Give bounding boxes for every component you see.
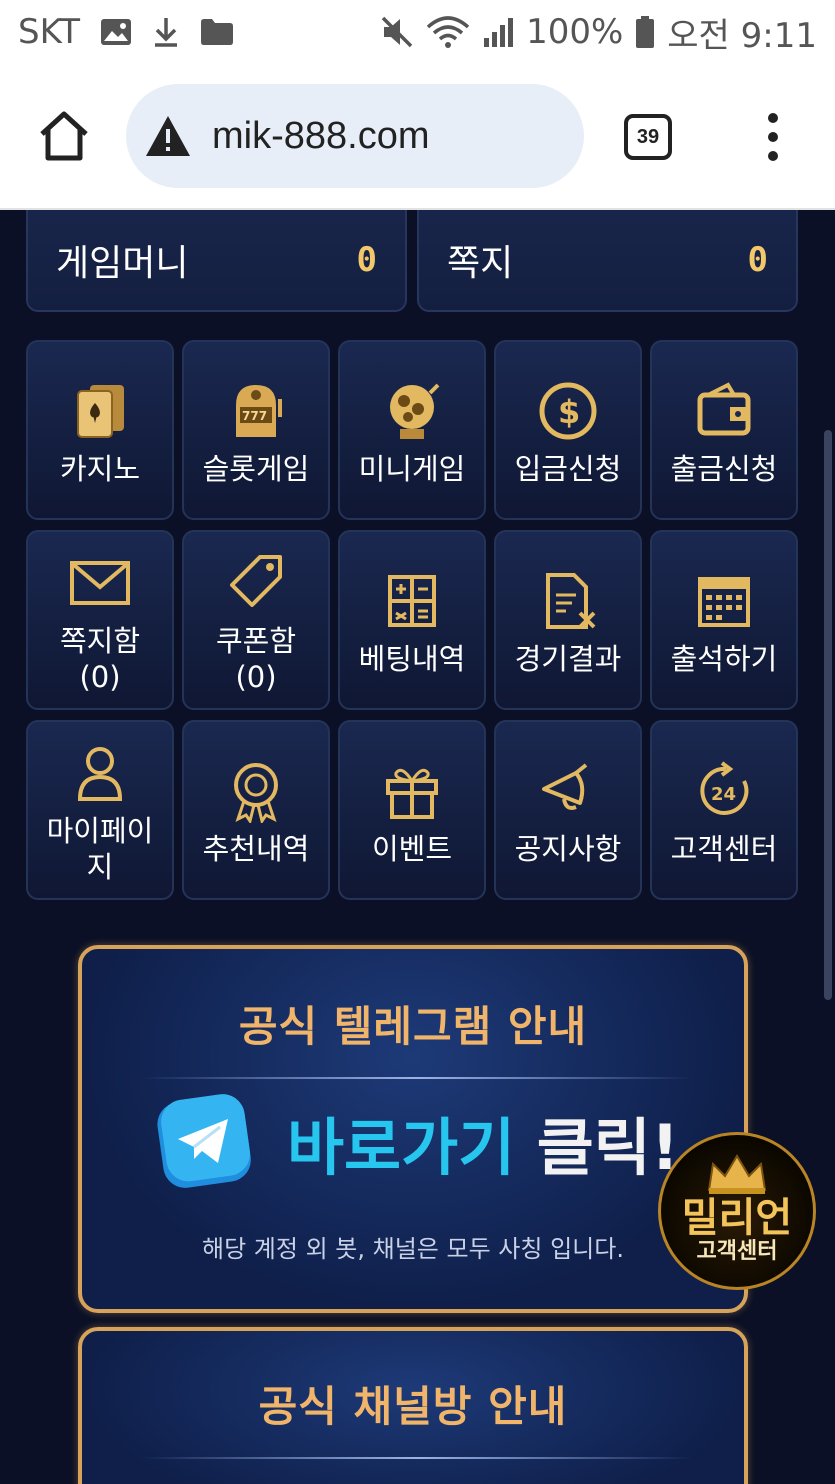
telegram-cta: 바로가기 클릭! xyxy=(287,1097,679,1187)
svg-text:24: 24 xyxy=(711,784,736,805)
game-money-label: 게임머니 xyxy=(56,243,189,284)
more-menu-icon[interactable] xyxy=(760,112,786,162)
menu-customer-center-label: 고객센터 xyxy=(670,832,778,866)
status-bar: SKT 100% 오전 9:11 xyxy=(0,0,835,64)
customer-center-badge[interactable]: 밀리언 고객센터 xyxy=(658,1132,816,1290)
calculator-icon xyxy=(388,575,436,627)
image-icon xyxy=(101,19,132,45)
warning-icon[interactable] xyxy=(144,114,192,158)
menu-notices[interactable]: 공지사항 xyxy=(494,720,642,900)
menu-slot-game[interactable]: 777 슬롯게임 xyxy=(182,340,330,520)
support-24-icon: 24 xyxy=(700,761,749,815)
telegram-banner-note: 해당 계정 외 봇, 채널은 모두 사칭 입니다. xyxy=(202,1235,624,1263)
svg-text:$: $ xyxy=(558,393,580,431)
calendar-icon xyxy=(698,577,750,627)
wifi-icon xyxy=(426,16,470,48)
folder-icon xyxy=(201,19,234,45)
messages-value: 0 xyxy=(747,240,768,280)
dollar-coin-icon: $ xyxy=(539,382,597,440)
menu-attendance-label: 출석하기 xyxy=(670,642,778,676)
wallet-icon xyxy=(697,382,751,436)
channel-banner-title: 공식 채널방 안내 xyxy=(258,1382,568,1431)
account-summary: 게임머니 0 쪽지 0 xyxy=(26,210,798,312)
menu-match-results-label: 경기결과 xyxy=(514,642,622,676)
web-page: 게임머니 0 쪽지 0 카지노 777 슬롯게임 미니게임 $ 입금신청 출금신… xyxy=(0,210,835,1484)
menu-notices-label: 공지사항 xyxy=(514,832,622,866)
clock: 오전 9:11 xyxy=(667,15,817,56)
menu-withdraw[interactable]: 출금신청 xyxy=(650,340,798,520)
telegram-cta-click: 클릭! xyxy=(536,1111,680,1184)
menu-match-results[interactable]: 경기결과 xyxy=(494,530,642,710)
badge-brand: 밀리언 xyxy=(681,1195,793,1241)
bell-icon xyxy=(542,763,588,810)
document-result-icon xyxy=(546,573,596,629)
battery-percent: 100% xyxy=(526,12,624,52)
menu-message-box[interactable]: 쪽지함 (0) xyxy=(26,530,174,710)
menu-attendance[interactable]: 출석하기 xyxy=(650,530,798,710)
menu-withdraw-label: 출금신청 xyxy=(670,452,778,486)
badge-label: 고객센터 xyxy=(696,1239,778,1264)
telegram-icon xyxy=(157,1094,251,1188)
menu-casino[interactable]: 카지노 xyxy=(26,340,174,520)
messages-label: 쪽지 xyxy=(447,243,514,284)
page-scrollbar[interactable] xyxy=(824,430,832,1000)
menu-deposit[interactable]: $ 입금신청 xyxy=(494,340,642,520)
menu-my-page[interactable]: 마이페이 지 xyxy=(26,720,174,900)
menu-casino-label: 카지노 xyxy=(59,452,141,486)
main-menu-grid: 카지노 777 슬롯게임 미니게임 $ 입금신청 출금신청 쪽지함 (0) 쿠폰… xyxy=(26,340,798,900)
menu-betting-history-label: 베팅내역 xyxy=(358,642,466,676)
game-money-card[interactable]: 게임머니 0 xyxy=(26,210,407,312)
browser-toolbar: mik-888.com 39 xyxy=(0,64,835,210)
menu-coupon-box-label: 쿠폰함 (0) xyxy=(215,624,297,694)
game-money-value: 0 xyxy=(356,240,377,280)
battery-icon xyxy=(636,16,655,48)
menu-my-page-label: 마이페이 지 xyxy=(46,814,154,884)
gift-box-icon xyxy=(386,768,438,819)
svg-text:777: 777 xyxy=(242,409,267,423)
crown-icon xyxy=(707,1154,767,1194)
home-icon[interactable] xyxy=(36,108,92,164)
url-text[interactable]: mik-888.com xyxy=(212,115,430,158)
address-bar[interactable]: mik-888.com xyxy=(126,84,584,188)
telegram-cta-go: 바로가기 xyxy=(287,1111,516,1184)
tab-switcher-button[interactable]: 39 xyxy=(624,114,672,160)
telegram-banner-title: 공식 텔레그램 안내 xyxy=(238,1002,588,1051)
menu-referrals[interactable]: 추천내역 xyxy=(182,720,330,900)
menu-deposit-label: 입금신청 xyxy=(514,452,622,486)
mute-icon xyxy=(381,16,413,48)
banner-divider xyxy=(142,1077,692,1079)
signal-icon xyxy=(484,18,514,47)
menu-referrals-label: 추천내역 xyxy=(202,832,310,866)
menu-customer-center[interactable]: 24 고객센터 xyxy=(650,720,798,900)
envelope-icon xyxy=(70,561,130,605)
menu-events-label: 이벤트 xyxy=(371,832,453,866)
menu-coupon-box[interactable]: 쿠폰함 (0) xyxy=(182,530,330,710)
slot-machine-icon: 777 xyxy=(236,385,282,437)
menu-mini-game[interactable]: 미니게임 xyxy=(338,340,486,520)
user-icon xyxy=(77,747,123,801)
playing-cards-icon xyxy=(77,385,124,438)
lottery-ball-icon xyxy=(390,383,440,439)
download-icon xyxy=(155,18,178,47)
banner-divider xyxy=(142,1457,692,1459)
coupon-tag-icon xyxy=(230,555,282,607)
channel-banner[interactable]: 공식 채널방 안내 xyxy=(78,1327,748,1484)
menu-message-box-label: 쪽지함 (0) xyxy=(59,624,141,694)
menu-mini-game-label: 미니게임 xyxy=(358,452,466,486)
menu-betting-history[interactable]: 베팅내역 xyxy=(338,530,486,710)
telegram-banner[interactable]: 공식 텔레그램 안내 바로가기 클릭! 해당 계정 외 봇, 채널은 모두 사칭… xyxy=(78,945,748,1313)
menu-events[interactable]: 이벤트 xyxy=(338,720,486,900)
award-badge-icon xyxy=(234,763,278,823)
carrier-label: SKT xyxy=(18,12,81,52)
menu-slot-game-label: 슬롯게임 xyxy=(202,452,310,486)
messages-card[interactable]: 쪽지 0 xyxy=(417,210,798,312)
